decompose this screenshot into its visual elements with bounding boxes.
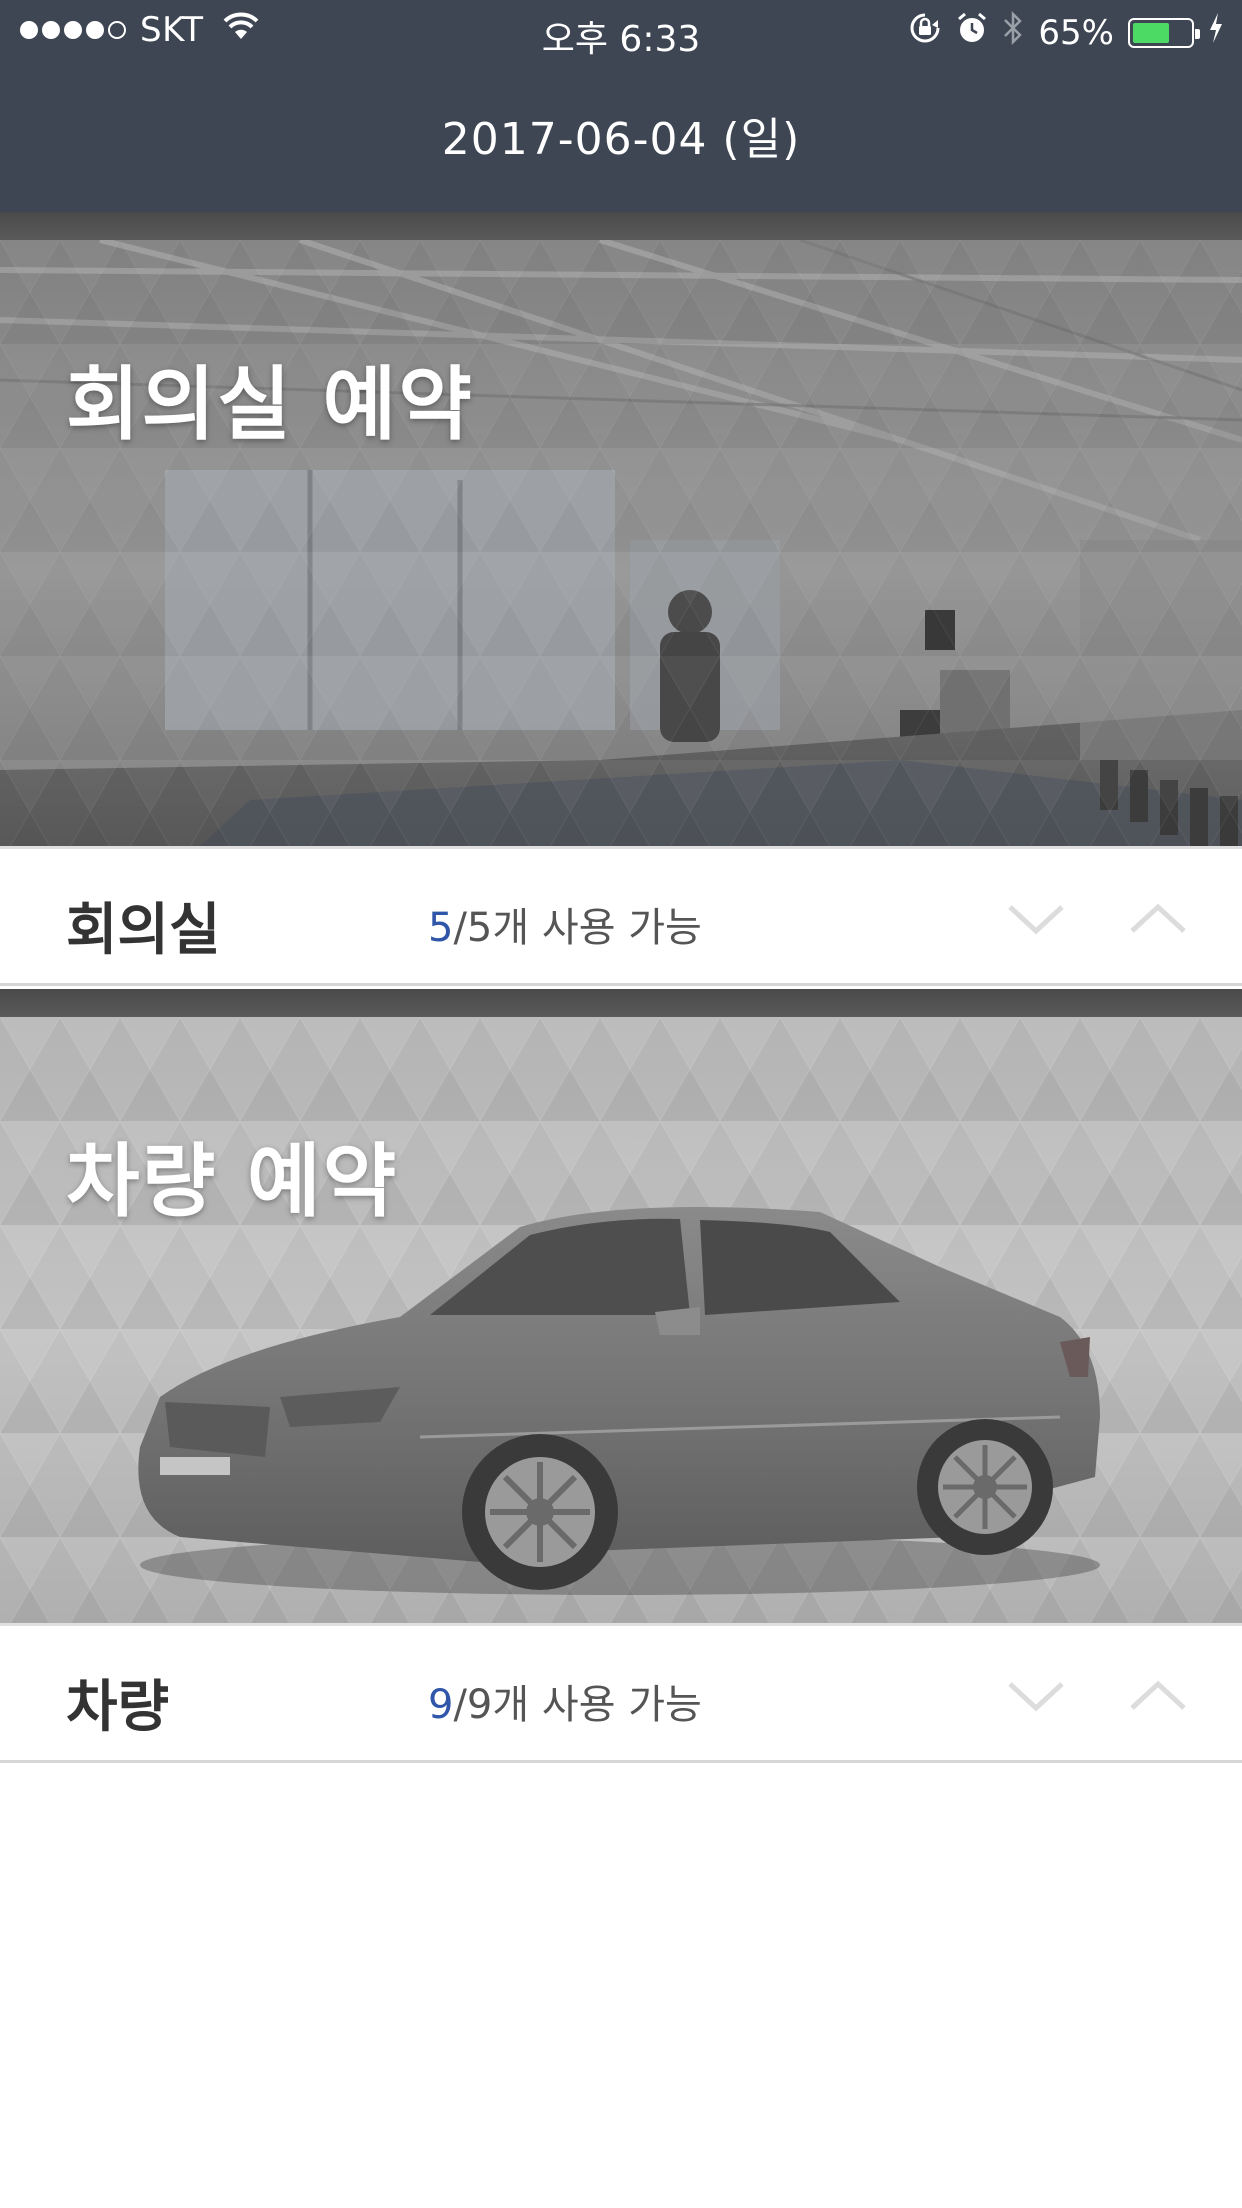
status-bar: SKT 오후 6:33 65% bbox=[0, 0, 1242, 62]
vehicle-availability: 9/9개 사용 가능 bbox=[428, 1672, 702, 1730]
vehicle-banner-title: 차량 예약 bbox=[66, 1135, 399, 1228]
vehicle-available-count: 9 bbox=[428, 1682, 454, 1728]
app-header: SKT 오후 6:33 65% 2017-06-04 (일) bbox=[0, 0, 1242, 212]
meeting-room-total-text: /5개 사용 가능 bbox=[453, 905, 702, 951]
meeting-room-photo bbox=[0, 240, 1242, 846]
section-divider bbox=[0, 212, 1242, 240]
battery-icon bbox=[1128, 17, 1200, 48]
meeting-room-availability: 5/5개 사용 가능 bbox=[428, 895, 702, 953]
chevron-down-icon[interactable] bbox=[1006, 1670, 1066, 1720]
battery-percent: 65% bbox=[1038, 12, 1114, 53]
section-divider bbox=[0, 989, 1242, 1017]
vehicle-label: 차량 bbox=[66, 1675, 170, 1740]
meeting-room-row[interactable]: 회의실 5/5개 사용 가능 bbox=[0, 846, 1242, 986]
meeting-room-banner-title: 회의실 예약 bbox=[66, 358, 474, 451]
vehicle-photo bbox=[0, 1017, 1242, 1623]
chevron-up-icon[interactable] bbox=[1128, 1670, 1188, 1720]
page-title-date: 2017-06-04 (일) bbox=[441, 114, 801, 165]
meeting-room-available-count: 5 bbox=[428, 905, 454, 951]
orientation-lock-icon bbox=[908, 11, 942, 54]
vehicle-row[interactable]: 차량 9/9개 사용 가능 bbox=[0, 1623, 1242, 1763]
vehicle-total-text: /9개 사용 가능 bbox=[453, 1682, 702, 1728]
chevron-up-icon[interactable] bbox=[1128, 893, 1188, 943]
vehicle-banner[interactable]: 차량 예약 bbox=[0, 1017, 1242, 1623]
meeting-room-label: 회의실 bbox=[66, 898, 221, 963]
bluetooth-icon bbox=[1002, 10, 1024, 55]
meeting-room-banner[interactable]: 회의실 예약 bbox=[0, 240, 1242, 846]
alarm-icon bbox=[956, 11, 988, 54]
charging-icon bbox=[1208, 12, 1224, 53]
chevron-down-icon[interactable] bbox=[1006, 893, 1066, 943]
